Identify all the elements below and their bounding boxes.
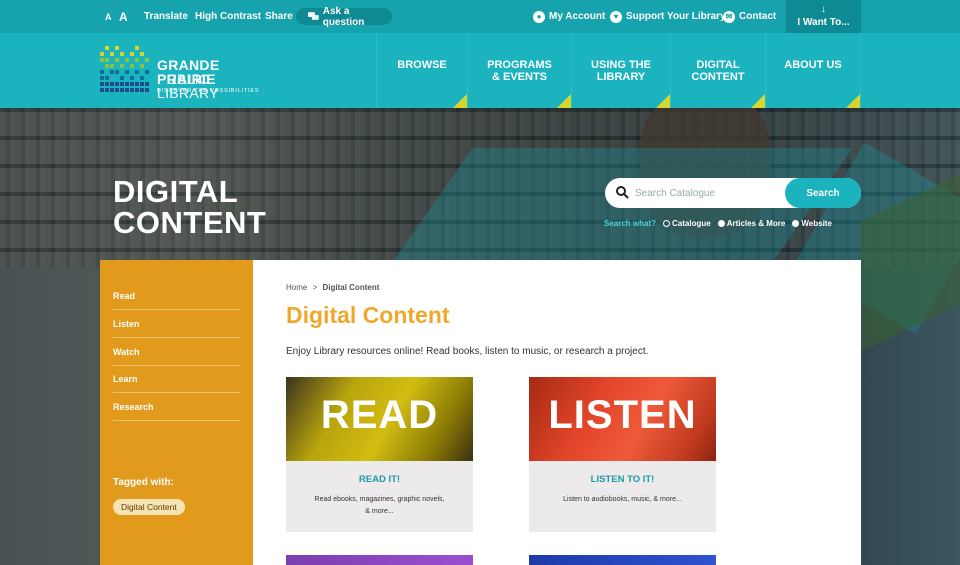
card-description: Listen to audiobooks, music, & more... (545, 494, 700, 506)
nav-using-library[interactable]: USING THE LIBRARY (571, 33, 670, 108)
logo-tagline: DISCOVER THE POSSIBILITIES (157, 88, 260, 94)
nav-programs-events[interactable]: PROGRAMS & EVENTS (467, 33, 571, 108)
search-input[interactable] (635, 185, 785, 201)
sidebar-item-research[interactable]: Research (113, 393, 240, 421)
utility-bar: A A Translate High Contrast Share Ask a … (0, 0, 960, 33)
nav-label: PROGRAMS (487, 59, 552, 71)
i-want-to-button[interactable]: ↓ I Want To... (786, 0, 861, 33)
nav-label: DIGITAL (696, 59, 740, 71)
nav-label: USING THE (591, 59, 651, 71)
card-watch-image-partial[interactable] (286, 555, 473, 565)
card-desc-line-2: & more... (365, 508, 394, 515)
high-contrast-link[interactable]: High Contrast (195, 0, 261, 33)
font-size-small-button[interactable]: A (105, 0, 112, 33)
radio-icon (792, 220, 800, 227)
search-icon (616, 186, 629, 199)
card-desc-line-1: Listen to audiobooks, music, & more... (563, 496, 682, 503)
ask-question-button[interactable]: Ask a question (296, 5, 392, 28)
nav-browse[interactable]: BROWSE (376, 33, 467, 108)
chat-icon (308, 12, 319, 20)
mail-icon: ✉ (723, 10, 735, 23)
breadcrumb: Home > Digital Content (286, 283, 379, 292)
card-title[interactable]: LISTEN TO IT! (529, 474, 716, 485)
breadcrumb-home[interactable]: Home (286, 283, 307, 292)
card-learn-image-partial[interactable] (529, 555, 716, 565)
card-read-image: READ (286, 377, 473, 461)
font-size-large-button[interactable]: A (119, 0, 128, 33)
card-listen-image: LISTEN (529, 377, 716, 461)
sidebar-item-listen[interactable]: Listen (113, 310, 240, 338)
hero-title-line-2: CONTENT (113, 205, 267, 240)
dropdown-corner-icon (557, 94, 571, 108)
search-what-label: Search what? (604, 219, 657, 228)
user-icon: ● (533, 10, 545, 23)
nav-label-2: & EVENTS (491, 71, 547, 83)
arrow-down-icon: ↓ (821, 3, 826, 15)
i-want-to-label: I Want To... (797, 16, 850, 28)
heart-icon: ♥ (610, 10, 622, 23)
sidebar-item-learn[interactable]: Learn (113, 365, 240, 393)
logo-mark-icon (100, 46, 149, 92)
support-library-link[interactable]: ♥ Support Your Library (610, 0, 726, 33)
support-label: Support Your Library (626, 11, 726, 22)
search-button[interactable]: Search (785, 178, 861, 208)
nav-label: BROWSE (397, 59, 447, 71)
scope-catalogue[interactable]: Catalogue (663, 219, 711, 228)
page-intro: Enjoy Library resources online! Read boo… (286, 346, 649, 357)
card-image-text: LISTEN (548, 393, 697, 437)
scope-articles[interactable]: Articles & More (717, 219, 786, 228)
card-title[interactable]: READ IT! (286, 474, 473, 485)
logo-line-2: PUBLIC LIBRARY (157, 71, 219, 101)
sidebar-item-watch[interactable]: Watch (113, 338, 240, 366)
my-account-link[interactable]: ● My Account (533, 0, 605, 33)
nav-about-us[interactable]: ABOUT US (765, 33, 861, 108)
hero-title-line-1: DIGITAL (113, 174, 239, 209)
nav-label-2: CONTENT (691, 71, 745, 83)
card-listen[interactable]: LISTEN LISTEN TO IT! Listen to audiobook… (529, 377, 716, 532)
tag-digital-content[interactable]: Digital Content (113, 499, 185, 515)
radio-icon (717, 220, 725, 227)
translate-link[interactable]: Translate (144, 0, 188, 33)
page-hero-title: DIGITAL CONTENT (113, 176, 266, 238)
scope-label: Articles & More (726, 219, 786, 228)
contact-link[interactable]: ✉ Contact (723, 0, 776, 33)
sidebar: Read Listen Watch Learn Research (100, 260, 253, 565)
dropdown-corner-icon (656, 94, 670, 108)
scope-website[interactable]: Website (792, 219, 832, 228)
dropdown-corner-icon (453, 94, 467, 108)
scope-label: Catalogue (672, 219, 711, 228)
nav-label-2: LIBRARY (596, 71, 646, 83)
breadcrumb-current: Digital Content (322, 283, 380, 292)
tagged-with-label: Tagged with: (113, 477, 174, 488)
card-image-text: READ (320, 393, 439, 437)
contact-label: Contact (739, 11, 777, 22)
library-logo[interactable]: GRANDE PRAIRIE PUBLIC LIBRARY DISCOVER T… (100, 44, 270, 100)
card-desc-line-1: Read ebooks, magazines, graphic novels, (314, 496, 445, 503)
sidebar-item-read[interactable]: Read (113, 282, 240, 310)
dropdown-corner-icon (751, 94, 765, 108)
share-link[interactable]: Share (265, 0, 293, 33)
dropdown-corner-icon (846, 94, 860, 108)
my-account-label: My Account (549, 11, 606, 22)
search-scope: Search what? Catalogue Articles & More W… (604, 219, 832, 228)
card-read[interactable]: READ READ IT! Read ebooks, magazines, gr… (286, 377, 473, 532)
scope-label: Website (801, 219, 832, 228)
breadcrumb-separator: > (312, 283, 318, 292)
nav-label: ABOUT US (784, 59, 842, 71)
card-description: Read ebooks, magazines, graphic novels, … (302, 494, 457, 518)
ask-question-label: Ask a question (322, 5, 365, 28)
nav-digital-content[interactable]: DIGITAL CONTENT (670, 33, 765, 108)
page-title: Digital Content (286, 302, 450, 328)
radio-icon (663, 220, 671, 227)
